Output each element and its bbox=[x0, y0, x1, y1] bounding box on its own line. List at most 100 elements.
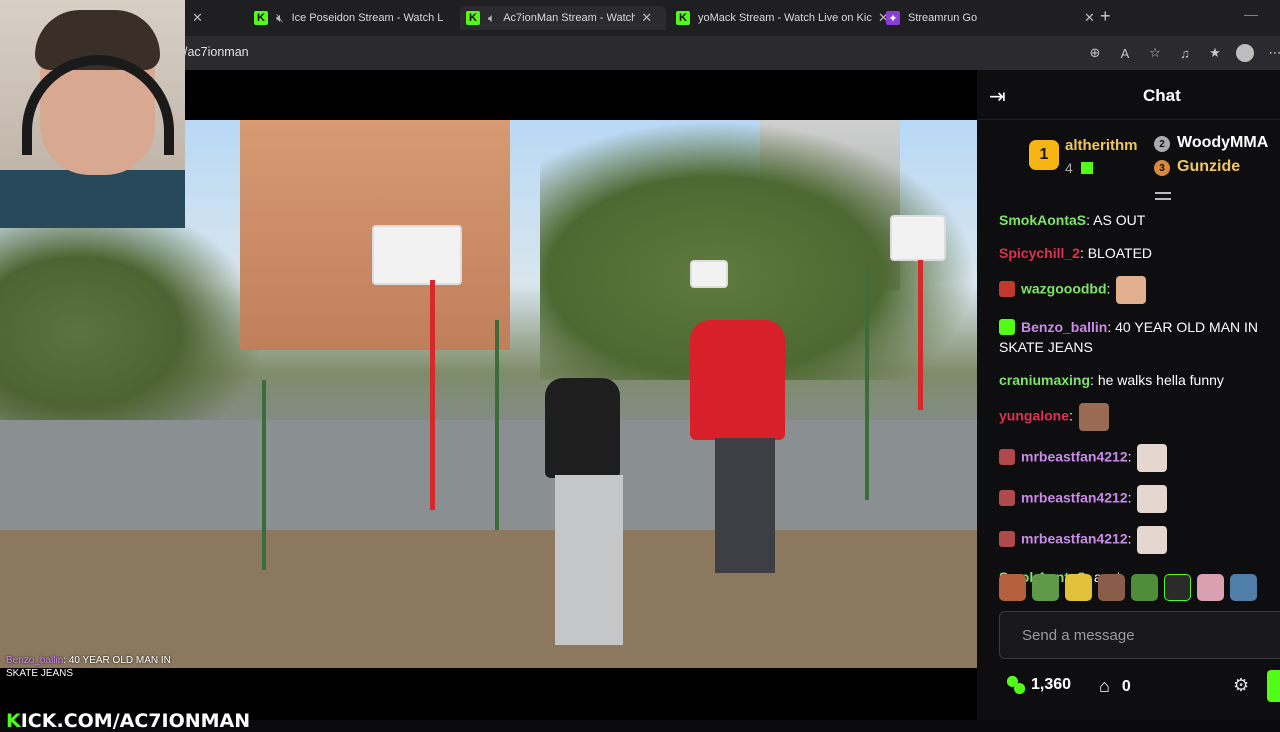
chat-message: SmokAontaS: AS OUT bbox=[999, 212, 1146, 228]
chat-text: AS OUT bbox=[1093, 212, 1146, 228]
expand-leaderboard-icon[interactable] bbox=[1155, 192, 1171, 200]
points-icon bbox=[1007, 676, 1025, 694]
channel-points[interactable]: 1,360 bbox=[1007, 676, 1071, 694]
chat-text: he walks hella funny bbox=[1097, 372, 1224, 388]
store-count: 0 bbox=[1121, 677, 1131, 695]
new-tab-button[interactable]: + bbox=[1100, 6, 1111, 27]
tab-ice-poseidon[interactable]: K 🔇︎ Ice Poseidon Stream - Watch Live on… bbox=[254, 6, 444, 30]
user-badge-icon bbox=[999, 448, 1015, 465]
chat-text: BLOATED bbox=[1087, 245, 1153, 261]
chat-panel: ⇥ Chat 1 altherithm 4 2 WoodyMMA 3 Gunzi… bbox=[977, 70, 1280, 720]
tab-ac7ionman[interactable]: K 🔈︎ Ac7ionMan Stream - Watch Live on Ki… bbox=[460, 6, 666, 30]
chat-username[interactable]: yungalone bbox=[999, 408, 1069, 424]
video-overlay-chat: Benzo_ballin: 40 YEAR OLD MAN IN SKATE J… bbox=[6, 655, 206, 679]
muted-speaker-icon[interactable]: 🔇︎ bbox=[276, 11, 284, 26]
tab-yomack[interactable]: K yoMack Stream - Watch Live on Kick ✕ bbox=[676, 6, 889, 30]
streamrun-favicon-icon: ✦ bbox=[886, 11, 900, 25]
read-aloud-icon[interactable]: A bbox=[1114, 42, 1136, 64]
chat-message: wazgooodbd: bbox=[999, 276, 1280, 304]
kick-watermark: KICK.COM/AC7IONMAN bbox=[6, 710, 251, 732]
close-icon[interactable]: ✕ bbox=[192, 10, 203, 26]
send-message-input[interactable] bbox=[1000, 612, 1280, 658]
favorite-star-icon[interactable]: ☆ bbox=[1144, 42, 1166, 64]
chat-username[interactable]: SmokAontaS bbox=[999, 212, 1086, 228]
user-badge-icon bbox=[999, 280, 1015, 297]
overlay-chat-text-2: SKATE JEANS bbox=[6, 668, 74, 679]
leaderboard-count-1: 4 bbox=[1065, 160, 1073, 176]
chat-message: mrbeastfan4212: bbox=[999, 485, 1280, 513]
points-value: 1,360 bbox=[1031, 676, 1072, 693]
address-bar-actions: ⊕ A ☆ ♫ ★ ⋯ bbox=[1084, 42, 1280, 64]
chat-username[interactable]: Benzo_ballin bbox=[1021, 319, 1107, 335]
emote-icon bbox=[1137, 485, 1168, 513]
extensions-icon[interactable]: ♫ bbox=[1174, 42, 1196, 64]
emote-icon bbox=[1078, 403, 1109, 431]
chat-message: yungalone: bbox=[999, 403, 1280, 431]
emote-icon[interactable] bbox=[1164, 574, 1191, 601]
tab-title: Ac7ionMan Stream - Watch Live on Kick bbox=[503, 12, 636, 24]
emote-icon[interactable] bbox=[1230, 574, 1257, 601]
leaderboard-user-1[interactable]: altherithm bbox=[1065, 137, 1138, 154]
chat-username[interactable]: craniumaxing bbox=[999, 372, 1090, 388]
user-badge-icon bbox=[999, 489, 1015, 506]
overlay-chat-user: Benzo_ballin bbox=[6, 655, 64, 666]
more-options-icon[interactable]: ⋯ bbox=[1264, 42, 1280, 64]
chat-footer: 1,360 ⌂ 0 ⚙ bbox=[977, 670, 1280, 702]
gift-leaderboard: 1 altherithm 4 2 WoodyMMA 3 Gunzide bbox=[977, 120, 1280, 200]
store-button[interactable]: ⌂ 0 bbox=[1099, 676, 1131, 697]
chat-username[interactable]: Spicychill_2 bbox=[999, 245, 1080, 261]
close-icon[interactable]: ✕ bbox=[641, 10, 652, 26]
url-field[interactable]: /ac7ionman bbox=[184, 45, 249, 59]
emote-icon bbox=[1116, 276, 1147, 304]
chat-message-box[interactable] bbox=[999, 611, 1280, 659]
overlay-chat-text: : 40 YEAR OLD MAN IN bbox=[63, 655, 171, 666]
chat-header: ⇥ Chat bbox=[977, 70, 1280, 120]
emote-quick-bar bbox=[999, 574, 1257, 601]
tab-title: Streamrun Go bbox=[908, 12, 978, 24]
kick-favicon-icon: K bbox=[676, 11, 690, 25]
chat-message: mrbeastfan4212: bbox=[999, 526, 1280, 554]
minimize-icon[interactable]: — bbox=[1244, 6, 1258, 22]
rank-2-badge-icon: 2 bbox=[1154, 136, 1170, 152]
chat-message: craniumaxing: he walks hella funny bbox=[999, 372, 1224, 388]
gem-icon bbox=[1081, 162, 1093, 174]
leaderboard-user-3[interactable]: Gunzide bbox=[1177, 158, 1240, 176]
chat-username[interactable]: wazgooodbd bbox=[1021, 281, 1107, 297]
send-button[interactable] bbox=[1267, 670, 1280, 702]
tab-title: Ice Poseidon Stream - Watch Live on Kick bbox=[291, 12, 444, 24]
emote-icon[interactable] bbox=[1032, 574, 1059, 601]
user-badge-icon bbox=[999, 530, 1015, 547]
kick-favicon-icon: K bbox=[466, 11, 480, 25]
rank-1-badge-icon: 1 bbox=[1029, 140, 1059, 170]
webcam-overlay bbox=[0, 0, 185, 228]
emote-icon bbox=[1137, 444, 1168, 472]
profile-avatar-icon[interactable] bbox=[1234, 42, 1256, 64]
chat-message: Spicychill_2: BLOATED bbox=[999, 245, 1153, 261]
emote-icon[interactable] bbox=[999, 574, 1026, 601]
chat-title: Chat bbox=[1143, 86, 1181, 105]
emote-icon[interactable] bbox=[1197, 574, 1224, 601]
chat-username[interactable]: mrbeastfan4212 bbox=[1021, 449, 1128, 465]
tab-title: yoMack Stream - Watch Live on Kick bbox=[698, 12, 872, 24]
gear-icon[interactable]: ⚙ bbox=[1233, 675, 1249, 696]
chat-message-list: SmokAontaS: AS OUT Spicychill_2: BLOATED… bbox=[999, 210, 1280, 600]
chat-message: mrbeastfan4212: bbox=[999, 444, 1280, 472]
rank-3-badge-icon: 3 bbox=[1154, 160, 1170, 176]
chat-username[interactable]: mrbeastfan4212 bbox=[1021, 531, 1128, 547]
collapse-chat-icon[interactable]: ⇥ bbox=[989, 84, 1006, 109]
chat-message: Benzo_ballin: 40 YEAR OLD MAN IN SKATE J… bbox=[999, 319, 1259, 355]
kick-favicon-icon: K bbox=[254, 11, 268, 25]
emote-icon[interactable] bbox=[1098, 574, 1125, 601]
tab-streamrun[interactable]: ✦ Streamrun Go ✕ bbox=[886, 6, 1095, 30]
emote-icon[interactable] bbox=[1065, 574, 1092, 601]
speaker-icon[interactable]: 🔈︎ bbox=[488, 11, 495, 26]
favorites-icon[interactable]: ★ bbox=[1204, 42, 1226, 64]
tab-close-button[interactable]: ✕ bbox=[186, 6, 203, 30]
chat-username[interactable]: mrbeastfan4212 bbox=[1021, 490, 1128, 506]
store-icon: ⌂ bbox=[1099, 676, 1110, 696]
zoom-icon[interactable]: ⊕ bbox=[1084, 42, 1106, 64]
close-icon[interactable]: ✕ bbox=[1084, 10, 1095, 26]
subscriber-badge-icon bbox=[999, 319, 1015, 335]
emote-icon[interactable] bbox=[1131, 574, 1158, 601]
leaderboard-user-2[interactable]: WoodyMMA bbox=[1177, 134, 1268, 152]
